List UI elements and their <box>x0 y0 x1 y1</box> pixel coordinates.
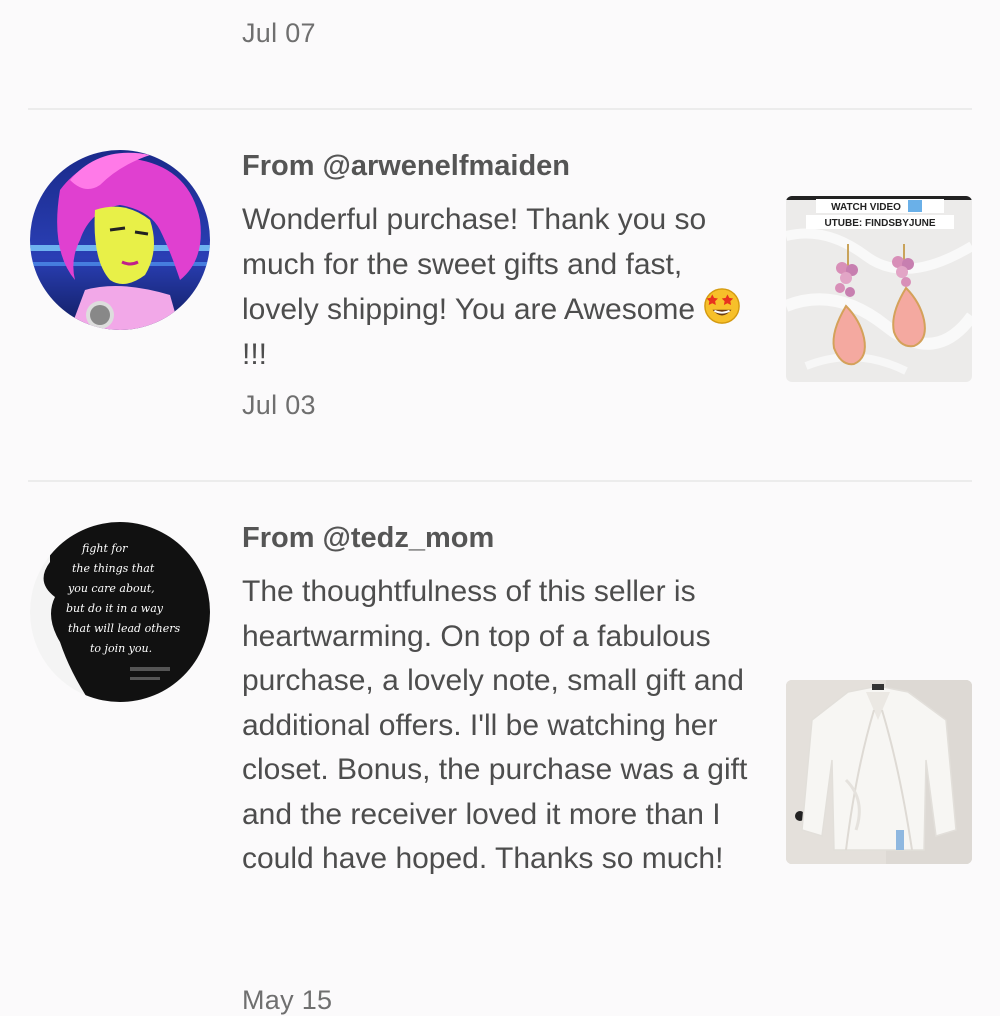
avatar[interactable]: fight for the things that you care about… <box>30 522 210 702</box>
review-text-body: Wonderful purchase! Thank you so much fo… <box>242 203 707 326</box>
review-text-suffix: !!! <box>242 337 268 371</box>
svg-text:you care about,: you care about, <box>67 582 155 595</box>
divider <box>28 108 972 110</box>
star-struck-emoji-icon <box>704 288 741 324</box>
review-date: Jul 07 <box>242 18 316 48</box>
review-date: May 15 <box>242 985 333 1015</box>
thumbnail-overlay-line2: UTUBE: FINDSBYJUNE <box>824 218 935 229</box>
svg-text:that will lead others: that will lead others <box>68 622 180 635</box>
review-author[interactable]: From @tedz_mom <box>242 522 494 555</box>
pink-haired-anime-avatar <box>30 150 210 330</box>
divider <box>28 480 972 482</box>
svg-text:to join you.: to join you. <box>90 642 152 655</box>
thumbnail-overlay-line1: WATCH VIDEO <box>831 202 901 213</box>
review-date: Jul 03 <box>242 390 316 420</box>
silhouette-quote-avatar: fight for the things that you care about… <box>30 522 210 702</box>
review-text: The thoughtfulness of this seller is hea… <box>242 575 748 875</box>
svg-text:the things that: the things that <box>72 562 155 575</box>
review-text: Wonderful purchase! Thank you so much fo… <box>242 198 752 377</box>
product-thumbnail[interactable]: WATCH VIDEO UTUBE: FINDSBYJUNE <box>786 196 972 382</box>
review-author[interactable]: From @arwenelfmaiden <box>242 150 570 183</box>
white-cardigan-photo <box>786 680 972 864</box>
svg-text:fight for: fight for <box>81 542 128 555</box>
product-thumbnail[interactable] <box>786 680 972 864</box>
svg-text:but do it in a way: but do it in a way <box>66 602 164 615</box>
avatar[interactable] <box>30 150 210 330</box>
pink-teardrop-earrings-photo: WATCH VIDEO UTUBE: FINDSBYJUNE <box>786 196 972 382</box>
